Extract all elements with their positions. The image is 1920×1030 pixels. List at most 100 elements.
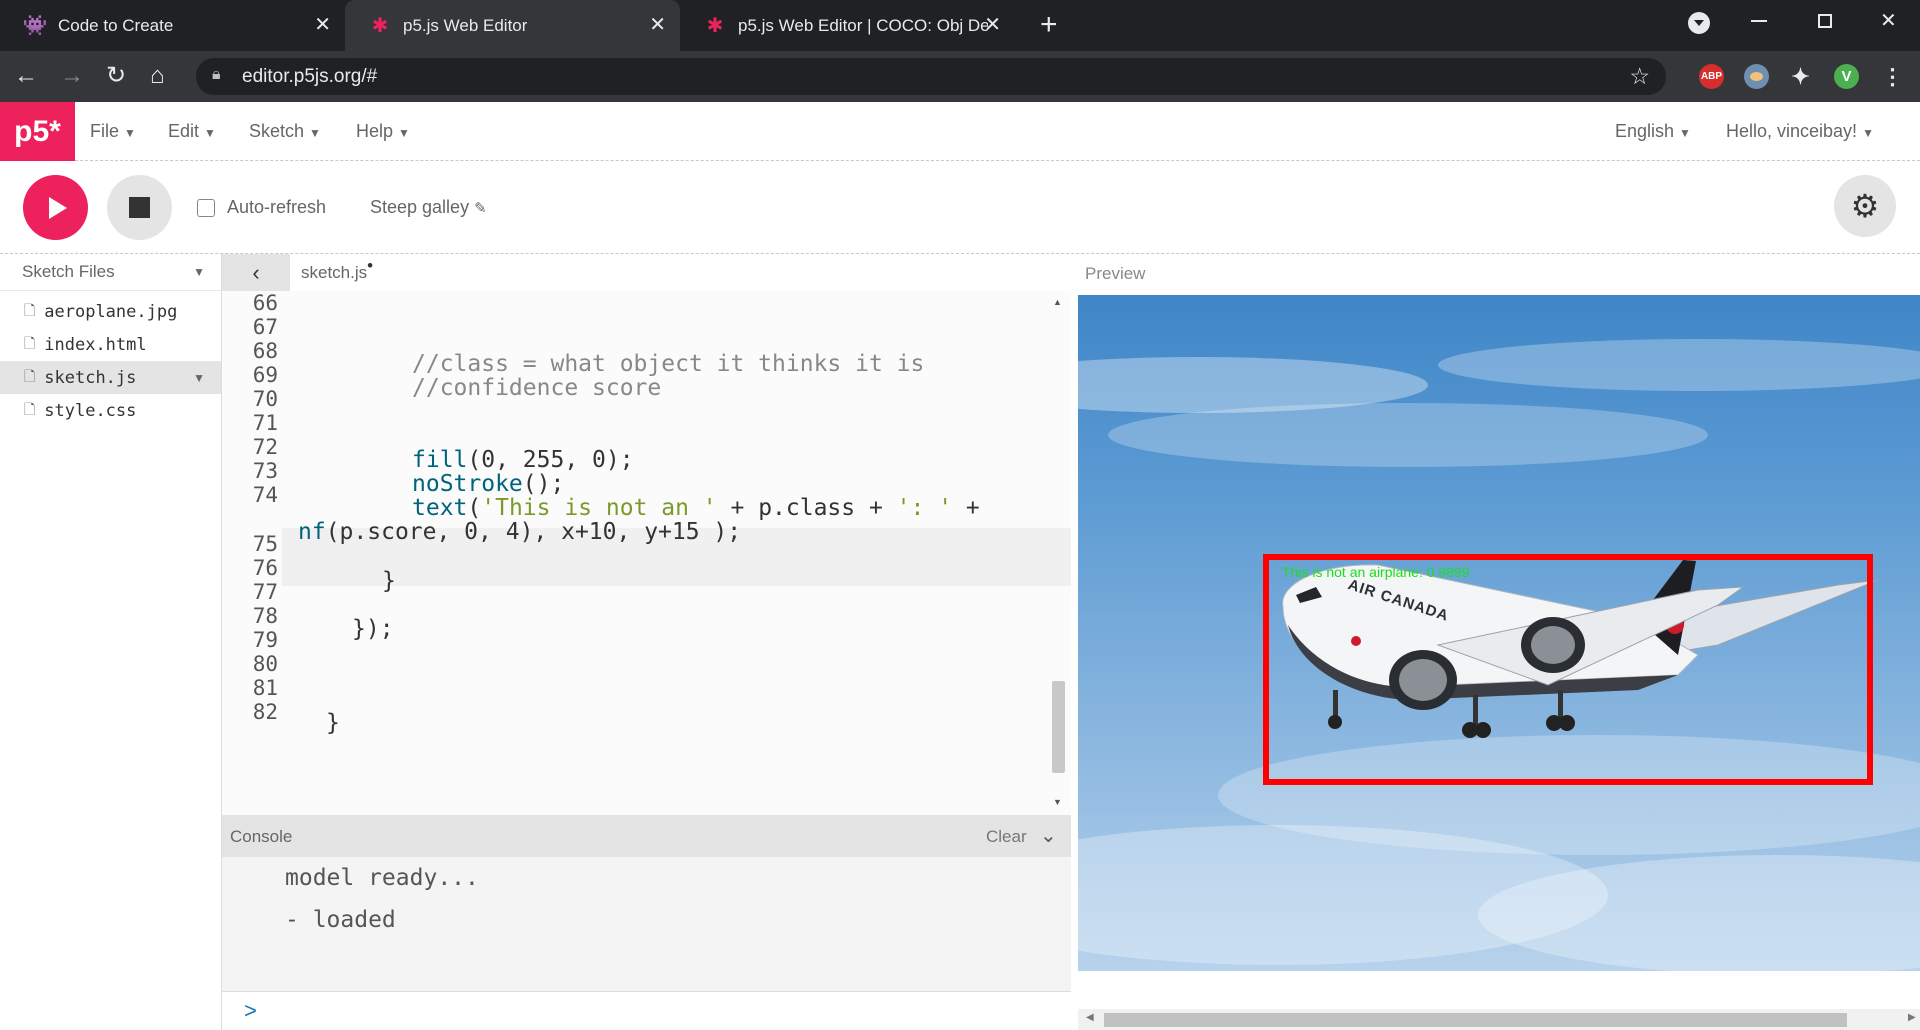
- scroll-left-arrow-icon[interactable]: ◀: [1086, 1012, 1094, 1023]
- play-button[interactable]: [23, 175, 88, 240]
- gear-icon: ⚙: [1850, 188, 1880, 224]
- browser-tab-coco-obj-det[interactable]: ✱ p5.js Web Editor | COCO: Obj Det ✕: [680, 0, 1015, 51]
- adblock-plus-icon[interactable]: ABP: [1699, 64, 1724, 89]
- file-icon: 🗋: [24, 334, 36, 351]
- close-tab-icon[interactable]: ✕: [984, 14, 1001, 36]
- forward-arrow-icon[interactable]: →: [60, 63, 84, 89]
- browser-tab-code-to-create[interactable]: 👾 Code to Create ✕: [0, 0, 345, 51]
- scrollbar-thumb[interactable]: [1104, 1013, 1847, 1027]
- close-tab-icon[interactable]: ✕: [314, 14, 331, 36]
- scroll-down-arrow-icon[interactable]: ▼: [1053, 797, 1062, 807]
- extension-face-icon[interactable]: [1744, 64, 1769, 89]
- file-name: sketch.js: [44, 367, 137, 388]
- code-token: noStroke: [412, 471, 523, 497]
- file-icon: 🗋: [24, 400, 36, 417]
- restore-window-icon[interactable]: [1818, 14, 1832, 28]
- home-icon[interactable]: ⌂: [150, 63, 165, 89]
- caret-down-icon: ▼: [204, 126, 216, 140]
- code-line-74: text('This is not an ' + p.class + ': ' …: [412, 495, 980, 521]
- menu-help[interactable]: Help ▼: [356, 121, 410, 142]
- p5-toolbar: Auto-refresh Steep galley ✎ ⚙: [0, 161, 1920, 254]
- aeroplane-photo: [1078, 339, 1920, 971]
- collapse-sidebar-button[interactable]: ‹: [222, 254, 290, 291]
- scroll-up-arrow-icon[interactable]: ▲: [1053, 297, 1062, 307]
- file-name: aeroplane.jpg: [44, 301, 178, 322]
- line-number: 80: [252, 652, 278, 676]
- line-number: 79: [252, 628, 278, 652]
- menu-label: Help: [356, 121, 394, 141]
- chevron-down-icon[interactable]: ⌄: [1040, 823, 1057, 848]
- file-options-caret-icon[interactable]: ▼: [193, 371, 205, 385]
- code-line-73: noStroke();: [412, 471, 564, 497]
- extensions-puzzle-icon[interactable]: ✦: [1788, 64, 1813, 89]
- stop-button[interactable]: [107, 175, 172, 240]
- profile-avatar[interactable]: V: [1834, 64, 1859, 89]
- code-token: fill: [412, 447, 468, 473]
- file-item-style-css[interactable]: 🗋 style.css: [0, 394, 221, 427]
- auto-refresh-toggle[interactable]: Auto-refresh: [197, 197, 326, 218]
- preview-canvas[interactable]: AIR CANADA: [1078, 295, 1920, 971]
- bookmark-star-icon[interactable]: ☆: [1629, 63, 1650, 90]
- sketch-name-text: Steep galley: [370, 197, 470, 217]
- editor-file-name: sketch.js: [301, 263, 368, 282]
- code-editor[interactable]: 66 67 68 69 70 71 72 73 74 75 76 77 78 7…: [222, 291, 1071, 815]
- code-token: +: [952, 495, 980, 521]
- console-title: Console: [230, 827, 293, 846]
- chevron-left-icon: ‹: [252, 259, 260, 285]
- file-item-index-html[interactable]: 🗋 index.html: [0, 328, 221, 361]
- line-number: 75: [252, 532, 278, 556]
- browser-tab-title: p5.js Web Editor: [403, 15, 528, 35]
- console-clear-button[interactable]: Clear: [986, 827, 1027, 847]
- browser-menu-kebab-icon[interactable]: ⋮: [1880, 64, 1905, 89]
- stop-icon: [129, 197, 150, 218]
- close-tab-icon[interactable]: ✕: [649, 14, 666, 36]
- line-number: 78: [252, 604, 278, 628]
- reload-icon[interactable]: ↻: [106, 63, 126, 89]
- lock-icon: 🔒︎: [212, 66, 221, 83]
- console-input[interactable]: >: [222, 991, 1071, 1030]
- file-item-sketch-js[interactable]: 🗋 sketch.js ▼: [0, 361, 221, 394]
- scrollbar-thumb[interactable]: [1052, 681, 1065, 773]
- menu-sketch[interactable]: Sketch ▼: [249, 121, 321, 142]
- minimize-window-icon[interactable]: [1751, 20, 1767, 22]
- caret-down-icon: ▼: [1862, 126, 1874, 140]
- editor-vertical-scrollbar[interactable]: ▲ ▼: [1040, 291, 1071, 815]
- url-text[interactable]: editor.p5js.org/#: [242, 66, 377, 88]
- preview-horizontal-scrollbar[interactable]: ◀ ▶: [1078, 1009, 1920, 1030]
- browser-tab-bar: 👾 Code to Create ✕ ✱ p5.js Web Editor ✕ …: [0, 0, 1920, 51]
- line-number: 66: [252, 291, 278, 315]
- code-line-76: }: [382, 568, 396, 594]
- new-tab-button[interactable]: +: [1040, 10, 1058, 40]
- line-number: 70: [252, 387, 278, 411]
- back-arrow-icon[interactable]: ←: [14, 63, 38, 89]
- file-item-aeroplane[interactable]: 🗋 aeroplane.jpg: [0, 295, 221, 328]
- sidebar-options-caret-icon[interactable]: ▼: [193, 265, 205, 279]
- auto-refresh-checkbox[interactable]: [197, 198, 215, 217]
- code-token: (0, 255, 0);: [467, 447, 634, 473]
- line-number: 68: [252, 339, 278, 363]
- sketch-name[interactable]: Steep galley ✎: [370, 197, 487, 218]
- caret-down-icon: ▼: [309, 126, 321, 140]
- pencil-icon[interactable]: ✎: [474, 200, 487, 217]
- sketch-files-sidebar: Sketch Files ▼ 🗋 aeroplane.jpg 🗋 index.h…: [0, 254, 222, 1030]
- code-line-78: });: [352, 616, 394, 642]
- caret-down-icon: ▼: [398, 126, 410, 140]
- editor-file-tab[interactable]: sketch.js•: [301, 256, 373, 283]
- url-omnibox[interactable]: 🔒︎ editor.p5js.org/# ☆: [196, 58, 1666, 95]
- menu-file[interactable]: File ▼: [90, 121, 136, 142]
- scroll-right-arrow-icon[interactable]: ▶: [1908, 1012, 1916, 1023]
- language-menu[interactable]: English ▼: [1615, 121, 1691, 142]
- file-name: style.css: [44, 400, 137, 421]
- code-token: nf: [298, 519, 326, 545]
- user-menu[interactable]: Hello, vinceibay! ▼: [1726, 121, 1874, 142]
- menu-label: Edit: [168, 121, 200, 141]
- browser-tab-p5-editor[interactable]: ✱ p5.js Web Editor ✕: [345, 0, 680, 51]
- settings-gear-button[interactable]: ⚙: [1834, 175, 1896, 237]
- p5-logo[interactable]: p5*: [0, 102, 75, 161]
- code-line-69: //confidence score: [412, 375, 662, 401]
- caret-down-icon: ▼: [124, 126, 136, 140]
- tab-search-icon[interactable]: [1688, 12, 1710, 34]
- console-header: Console Clear ⌄: [222, 815, 1071, 857]
- menu-edit[interactable]: Edit ▼: [168, 121, 216, 142]
- close-window-icon[interactable]: ✕: [1880, 8, 1897, 33]
